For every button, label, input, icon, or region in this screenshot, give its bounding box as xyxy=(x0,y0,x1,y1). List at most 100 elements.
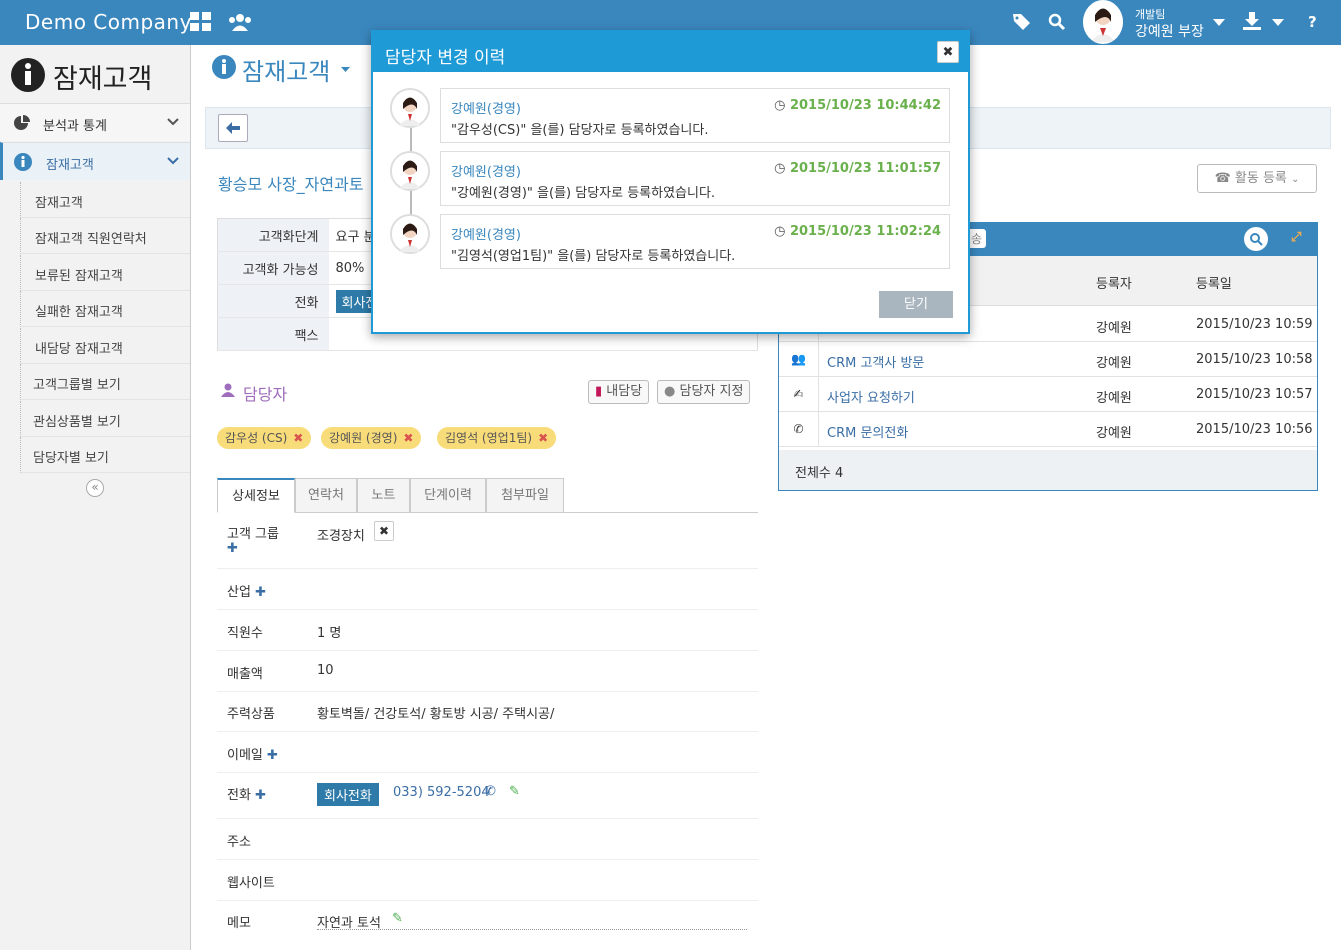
help-icon[interactable]: ? xyxy=(1308,13,1317,31)
tab-details[interactable]: 상세정보 xyxy=(217,478,295,513)
history-message: "김영석(영업1팀)" 을(를) 담당자로 등록하였습니다. xyxy=(451,249,736,264)
tags-icon[interactable] xyxy=(1012,13,1032,35)
activity-title[interactable]: 사업자 요청하기 xyxy=(827,387,915,406)
page-title[interactable]: 잠재고객 xyxy=(242,52,330,87)
sidebar-item-my-leads[interactable]: 내담당 잠재고객 xyxy=(20,328,190,364)
manager-tag[interactable]: 감우성 (CS) ✖ xyxy=(217,427,312,449)
remove-icon[interactable]: ✖ xyxy=(538,431,548,445)
sidebar-item-lead-contacts[interactable]: 잠재고객 직원연락처 xyxy=(20,218,190,254)
clock-icon: ◷ xyxy=(774,161,786,176)
close-icon[interactable]: ✖ xyxy=(937,41,959,63)
add-icon[interactable]: ✚ xyxy=(227,541,238,556)
download-icon[interactable] xyxy=(1243,12,1261,34)
column-header-date[interactable]: 등록일 xyxy=(1196,273,1232,292)
table-row[interactable]: 👥 CRM 고객사 방문 강예원 2015/10/23 10:58 xyxy=(779,342,1317,377)
add-activity-button[interactable]: ☎ 활동 등록 ⌄ xyxy=(1197,164,1317,193)
detail-row-email: 이메일 ✚ xyxy=(217,732,758,773)
detail-row-website: 웹사이트 xyxy=(217,860,758,901)
add-icon[interactable]: ✚ xyxy=(267,748,278,763)
detail-value: 황토벽돌/ 건강토석/ 황토방 시공/ 주택시공/ xyxy=(317,707,555,722)
detail-tabs: 상세정보 연락처 노트 단계이력 첨부파일 xyxy=(217,476,758,513)
sidebar-item-by-product[interactable]: 관심상품별 보기 xyxy=(20,401,190,437)
info-key: 고객화단계 xyxy=(217,218,329,252)
edit-icon[interactable]: ✎ xyxy=(509,784,520,799)
edit-icon[interactable]: ✎ xyxy=(392,911,403,926)
history-author[interactable]: 강예원(경영) xyxy=(451,98,521,117)
my-assignment-button[interactable]: ▮ 내담당 xyxy=(588,380,650,404)
activity-registrant: 강예원 xyxy=(1096,356,1132,371)
manager-tag[interactable]: 김영석 (영업1팀) ✖ xyxy=(437,427,557,449)
search-button[interactable] xyxy=(1244,227,1268,251)
table-row[interactable]: ✍ 사업자 요청하기 강예원 2015/10/23 10:57 xyxy=(779,377,1317,412)
brand-logo[interactable]: Demo Company xyxy=(25,10,192,34)
tab-contacts[interactable]: 연락처 xyxy=(295,478,357,513)
history-author[interactable]: 강예원(경영) xyxy=(451,224,521,243)
modal-header: 담당자 변경 이력 ✖ xyxy=(373,32,968,72)
sidebar-item-failed-leads[interactable]: 실패한 잠재고객 xyxy=(20,291,190,327)
sidebar-section-analytics[interactable]: 분석과 통계 xyxy=(0,103,190,141)
caret-down-icon[interactable] xyxy=(341,67,350,73)
bookmark-icon: ▮ xyxy=(595,384,603,399)
chevron-down-icon: ⌄ xyxy=(1291,174,1300,185)
detail-key: 주력상품 xyxy=(227,707,275,722)
arrow-left-icon xyxy=(226,122,240,134)
clock-icon: ◷ xyxy=(774,224,786,239)
activity-title[interactable]: CRM 문의전화 xyxy=(827,422,908,441)
history-entry: 강예원(경영) ◷ 2015/10/23 11:02:24 "김영석(영업1팀)… xyxy=(440,214,950,269)
activity-registrant: 강예원 xyxy=(1096,426,1132,441)
search-icon[interactable] xyxy=(1048,13,1066,35)
sidebar-item-label: 담당자별 보기 xyxy=(33,451,109,466)
manager-tag-label: 강예원 (경영) xyxy=(329,431,398,445)
tab-notes[interactable]: 노트 xyxy=(357,478,410,513)
tab-attachments[interactable]: 첨부파일 xyxy=(486,478,564,513)
users-icon[interactable] xyxy=(227,12,253,36)
table-row[interactable]: ✆ CRM 문의전화 강예원 2015/10/23 10:56 xyxy=(779,412,1317,447)
remove-icon[interactable]: ✖ xyxy=(293,431,303,445)
detail-row-group: 고객 그룹 ✚ 조경장치 ✖ xyxy=(217,513,758,569)
sidebar-item-label: 보류된 잠재고객 xyxy=(35,269,123,284)
history-author[interactable]: 강예원(경영) xyxy=(451,161,521,180)
remove-icon[interactable]: ✖ xyxy=(403,431,413,445)
sidebar-item-by-group[interactable]: 고객그룹별 보기 xyxy=(20,364,190,400)
chevron-down-icon[interactable] xyxy=(1213,16,1225,31)
chevron-down-icon[interactable] xyxy=(1272,16,1284,31)
expand-icon[interactable]: ⤢ xyxy=(1291,230,1301,245)
close-button[interactable]: 닫기 xyxy=(879,291,953,318)
sidebar-item-label: 고객그룹별 보기 xyxy=(33,378,121,393)
sidebar-item-by-manager[interactable]: 담당자별 보기 xyxy=(20,437,190,473)
manager-tag-label: 김영석 (영업1팀) xyxy=(445,431,533,445)
detail-row-employees: 직원수 1 명 xyxy=(217,610,758,651)
column-header-registrant[interactable]: 등록자 xyxy=(1096,273,1132,292)
activity-date: 2015/10/23 10:56 xyxy=(1196,422,1313,437)
detail-key: 이메일 xyxy=(227,748,263,763)
remove-icon[interactable]: ✖ xyxy=(374,521,394,541)
sidebar-item-held-leads[interactable]: 보류된 잠재고객 xyxy=(20,255,190,291)
activity-registrant: 강예원 xyxy=(1096,321,1132,336)
phone-icon[interactable]: ✆ xyxy=(485,784,496,799)
activity-icon: ☎ xyxy=(1214,171,1231,186)
info-key: 팩스 xyxy=(217,317,329,351)
history-entry: 강예원(경영) ◷ 2015/10/23 11:01:57 "강예원(경영)" … xyxy=(440,151,950,206)
search-icon xyxy=(1250,233,1263,246)
sidebar-section-leads[interactable]: 잠재고객 xyxy=(0,142,190,180)
history-time: 2015/10/23 11:02:24 xyxy=(789,224,941,239)
add-icon[interactable]: ✚ xyxy=(255,585,266,600)
add-icon[interactable]: ✚ xyxy=(255,788,266,803)
user-avatar[interactable] xyxy=(1083,0,1123,44)
info-icon xyxy=(14,153,32,171)
manager-tag[interactable]: 강예원 (경영) ✖ xyxy=(321,427,422,449)
phone-number-link[interactable]: 033) 592-5204 xyxy=(393,785,490,800)
assign-manager-button[interactable]: ● 담당자 지정 xyxy=(657,380,751,404)
sidebar-collapse-button[interactable]: « xyxy=(86,479,104,497)
apps-grid-icon[interactable] xyxy=(190,12,212,36)
user-name[interactable]: 강예원 부장 xyxy=(1135,21,1204,41)
sidebar-item-leads[interactable]: 잠재고객 xyxy=(20,182,190,218)
tab-stage-history[interactable]: 단계이력 xyxy=(410,478,486,513)
assign-manager-label: 담당자 지정 xyxy=(679,384,744,399)
activity-total: 전체수 4 xyxy=(795,466,844,481)
back-button[interactable] xyxy=(218,114,248,142)
avatar xyxy=(390,88,430,128)
detail-row-products: 주력상품 황토벽돌/ 건강토석/ 황토방 시공/ 주택시공/ xyxy=(217,691,758,732)
chevron-down-icon xyxy=(167,157,179,165)
activity-title[interactable]: CRM 고객사 방문 xyxy=(827,352,924,371)
